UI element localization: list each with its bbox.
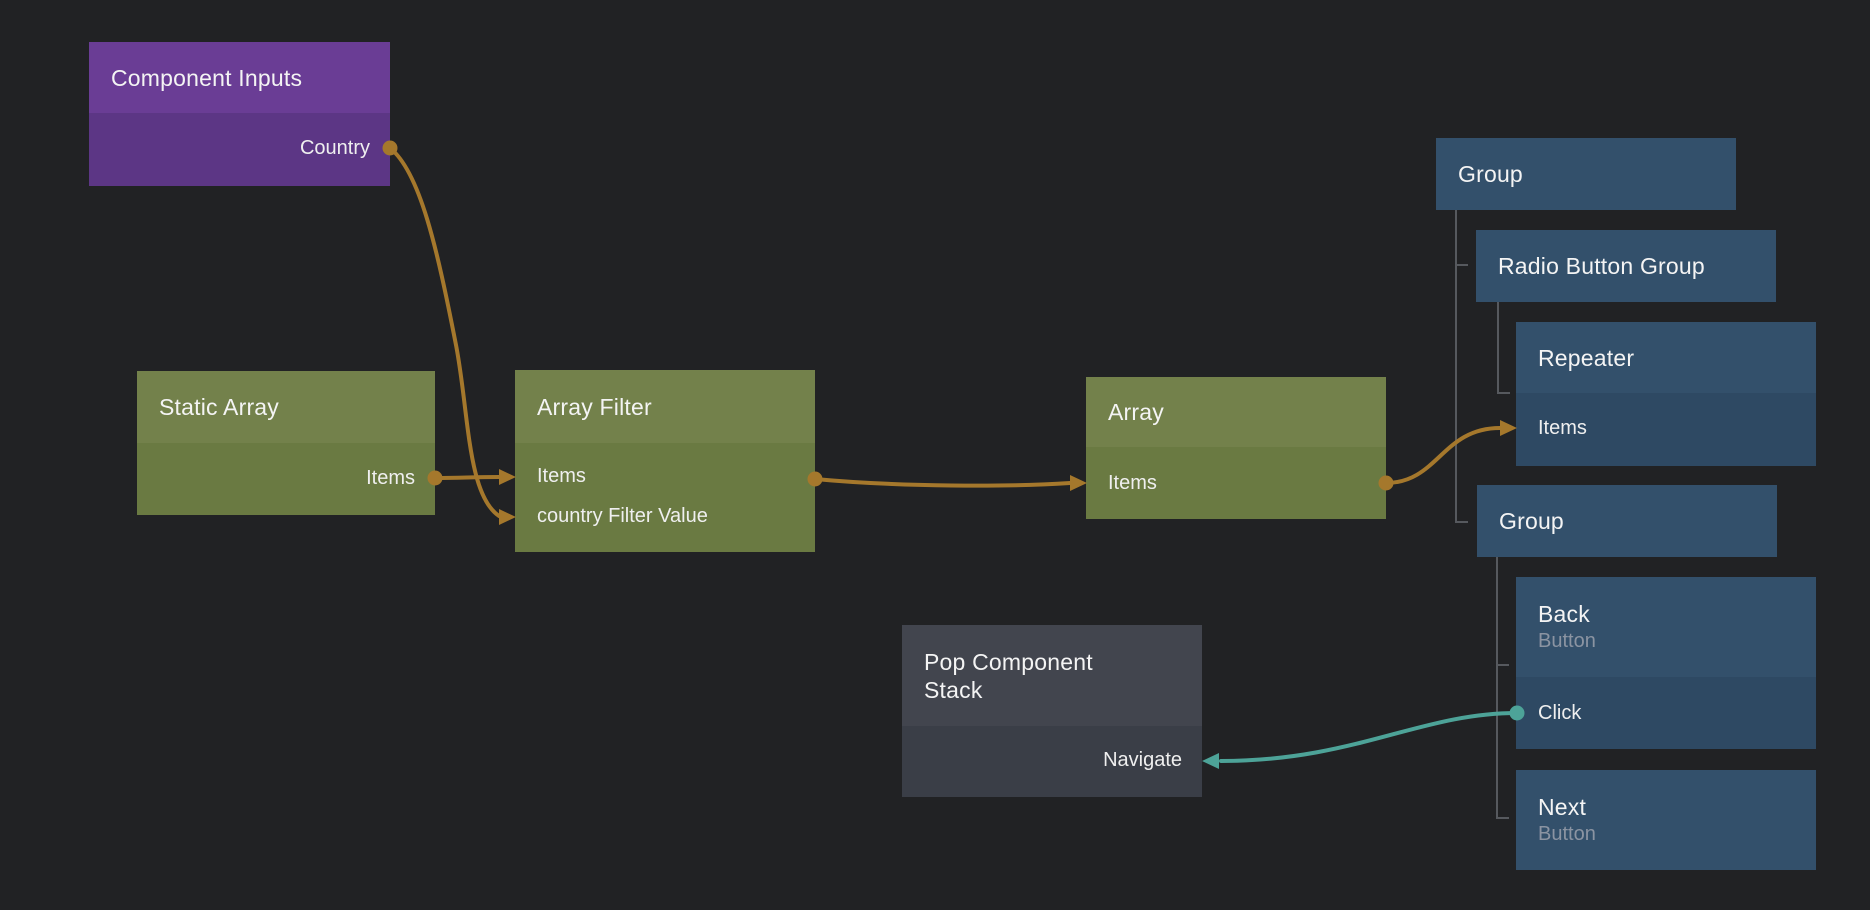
node-array[interactable]: Array Items <box>1086 377 1386 519</box>
node-title: Array <box>1108 398 1364 426</box>
node-title: Next <box>1538 793 1794 821</box>
node-pop-component-stack[interactable]: Pop Component Stack Navigate <box>902 625 1202 797</box>
node-repeater[interactable]: Repeater Items <box>1516 322 1816 466</box>
node-type-label: Button <box>1538 821 1794 847</box>
port-label: Items <box>1108 472 1157 494</box>
port-country-output[interactable]: Country <box>300 135 370 161</box>
node-title: Array Filter <box>537 393 793 421</box>
node-header: Pop Component Stack <box>902 625 1202 726</box>
port-items-input[interactable]: Items <box>1108 470 1157 496</box>
node-header: Array Filter <box>515 370 815 443</box>
node-title: Radio Button Group <box>1498 252 1754 280</box>
node-group-bottom[interactable]: Group <box>1477 485 1777 557</box>
node-header: Component Inputs <box>89 42 390 113</box>
port-label: Items <box>1538 417 1587 439</box>
port-navigate-input[interactable]: Navigate <box>1103 747 1182 773</box>
wire-click-to-navigate[interactable] <box>1221 713 1517 761</box>
node-radio-button-group[interactable]: Radio Button Group <box>1476 230 1776 302</box>
node-header: Group <box>1436 138 1736 210</box>
arrowhead-filter-items-icon <box>499 469 516 485</box>
node-header: Repeater <box>1516 322 1816 393</box>
port-items-input[interactable]: Items <box>1538 415 1587 441</box>
port-label: Country <box>300 137 370 159</box>
node-title: Pop Component Stack <box>924 648 1114 704</box>
node-array-filter[interactable]: Array Filter Items country Filter Value <box>515 370 815 552</box>
port-items-output[interactable]: Items <box>366 465 415 491</box>
port-label: country Filter Value <box>537 505 708 527</box>
node-header: Radio Button Group <box>1476 230 1776 302</box>
node-static-array[interactable]: Static Array Items <box>137 371 435 515</box>
port-label: Navigate <box>1103 749 1182 771</box>
wire-filter-to-array[interactable] <box>815 479 1070 486</box>
arrowhead-navigate-icon <box>1202 753 1219 769</box>
port-click-output[interactable]: Click <box>1538 700 1581 726</box>
tree-line-group-bottom <box>1497 557 1509 818</box>
node-back-button[interactable]: Back Button Click <box>1516 577 1816 749</box>
node-title: Group <box>1499 507 1755 535</box>
node-header: Back Button <box>1516 577 1816 677</box>
node-title: Group <box>1458 160 1714 188</box>
node-header: Static Array <box>137 371 435 443</box>
arrowhead-array-items-icon <box>1070 475 1087 491</box>
tree-line-group-top <box>1456 210 1468 522</box>
arrowhead-repeater-items-icon <box>1500 420 1517 436</box>
node-next-button[interactable]: Next Button <box>1516 770 1816 870</box>
port-items-input[interactable]: Items <box>537 463 586 489</box>
node-editor-canvas[interactable]: Component Inputs Country Static Array It… <box>0 0 1870 910</box>
node-component-inputs[interactable]: Component Inputs Country <box>89 42 390 186</box>
node-title: Repeater <box>1538 344 1794 372</box>
port-label: Click <box>1538 702 1581 724</box>
node-header: Group <box>1477 485 1777 557</box>
port-country-filter-value-input[interactable]: country Filter Value <box>537 503 708 529</box>
wire-array-to-repeater-items[interactable] <box>1386 428 1500 483</box>
port-label: Items <box>537 465 586 487</box>
port-label: Items <box>366 467 415 489</box>
node-group-top[interactable]: Group <box>1436 138 1736 210</box>
wire-static-items-to-filter-items[interactable] <box>435 477 499 478</box>
node-title: Component Inputs <box>111 64 368 92</box>
arrowhead-filter-value-icon <box>499 509 516 525</box>
tree-line-radio-to-repeater <box>1498 302 1510 393</box>
node-title: Static Array <box>159 393 413 421</box>
node-header: Array <box>1086 377 1386 447</box>
node-header: Next Button <box>1516 770 1816 870</box>
node-title: Back <box>1538 600 1794 628</box>
node-type-label: Button <box>1538 628 1794 654</box>
